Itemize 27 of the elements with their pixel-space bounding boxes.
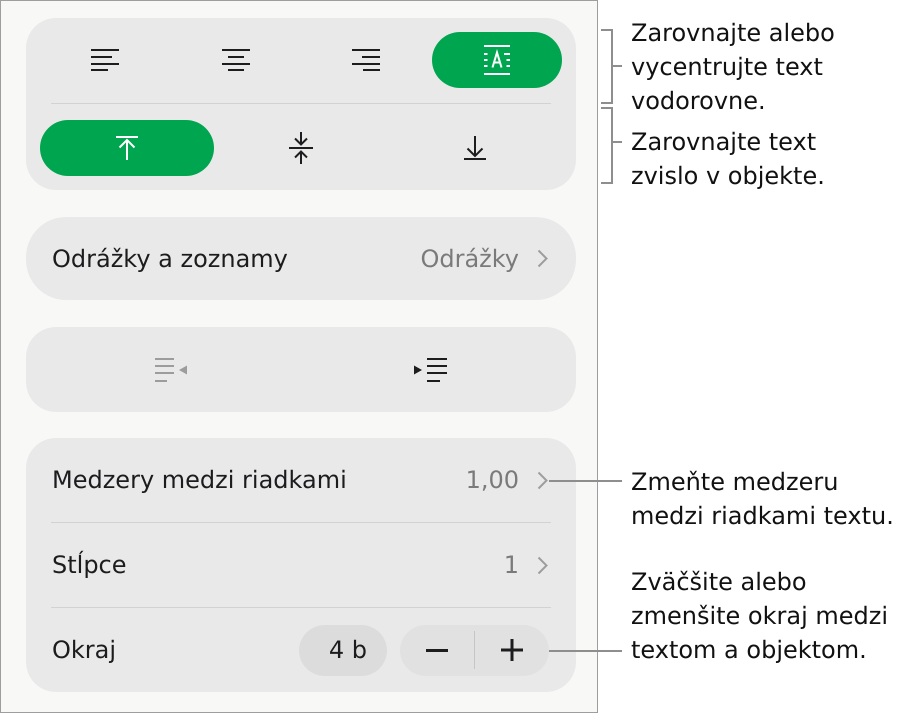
chevron-icon xyxy=(537,249,548,268)
align-left-icon xyxy=(91,49,120,71)
row-label: Okraj xyxy=(52,636,116,664)
row-label: Stĺpce xyxy=(52,551,127,579)
align-center-icon xyxy=(222,49,250,71)
settings-row[interactable]: Stĺpce 1 xyxy=(26,523,576,607)
bullets-row[interactable]: Odrážky a zoznamy Odrážky xyxy=(26,217,576,300)
plus-icon xyxy=(501,639,523,661)
value-field[interactable]: 4 b xyxy=(299,624,387,676)
arrow-to-bottom-icon xyxy=(464,136,486,160)
minus-icon xyxy=(426,648,448,652)
chevron-icon xyxy=(537,556,548,574)
row-label: Odrážky a zoznamy xyxy=(52,244,288,272)
row-value: Odrážky xyxy=(420,244,519,272)
callout-text: Zväčšite alebo zmenšite okraj medzi textom a objektom. xyxy=(631,567,888,666)
callout-text: Zmeňte medzeru medzi riadkami textu. xyxy=(631,467,894,532)
row-value: 1 xyxy=(504,551,519,579)
arrow-to-top-icon xyxy=(116,136,138,160)
align-right-icon xyxy=(352,49,380,71)
text-box-icon xyxy=(484,45,510,75)
chevron-icon xyxy=(537,470,548,490)
callout-text: Zarovnajte text zvislo v objekte. xyxy=(631,127,825,192)
settings-row[interactable]: Medzery medzi riadkami 1,00 xyxy=(26,438,576,522)
row-label: Medzery medzi riadkami xyxy=(52,466,347,494)
arrows-to-middle-icon xyxy=(289,132,313,164)
row-value: 1,00 xyxy=(466,466,519,494)
callout-text: Zarovnajte alebo vycentrujte text vodorovne. xyxy=(631,18,835,117)
